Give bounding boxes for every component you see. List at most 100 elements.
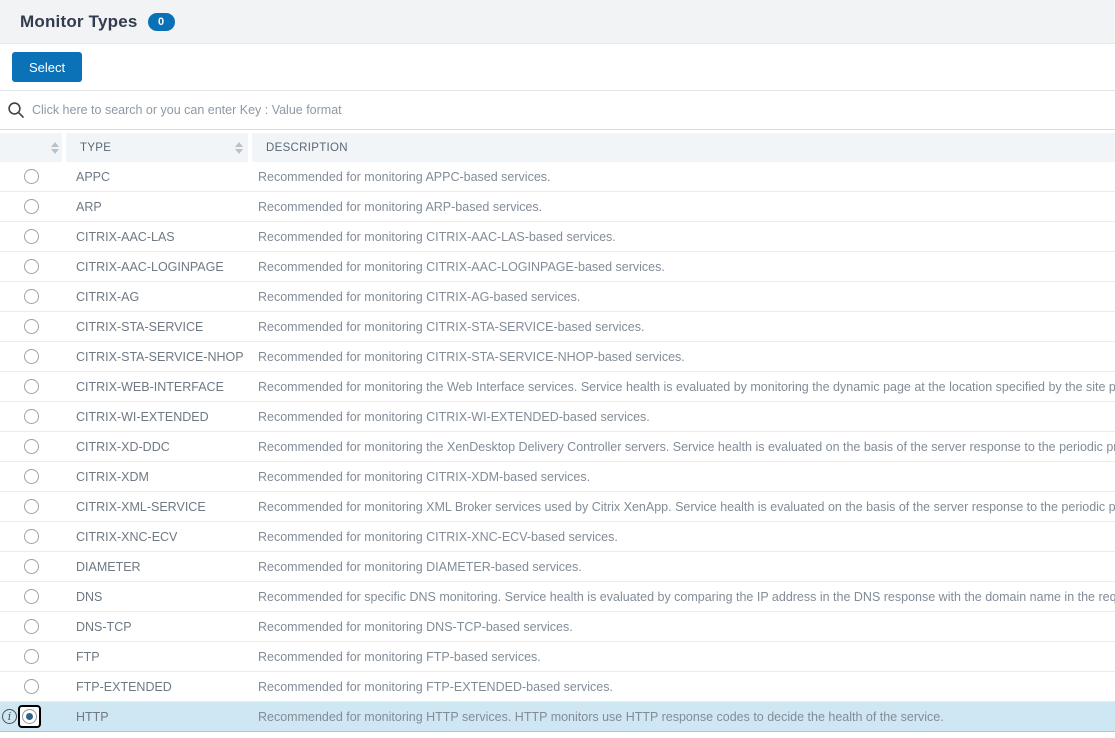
radio-cell: i bbox=[0, 222, 62, 251]
type-cell: DNS-TCP bbox=[62, 612, 244, 641]
monitor-type-radio[interactable] bbox=[24, 349, 39, 364]
sort-icon[interactable] bbox=[235, 142, 243, 154]
page-title: Monitor Types bbox=[20, 12, 138, 32]
monitor-type-radio[interactable] bbox=[22, 709, 37, 724]
monitor-type-description: Recommended for monitoring CITRIX-AAC-LA… bbox=[258, 230, 616, 244]
radio-focus-frame bbox=[20, 615, 43, 638]
monitor-type-radio[interactable] bbox=[24, 529, 39, 544]
table-row[interactable]: i CITRIX-AG Recommended for monitoring C… bbox=[0, 282, 1115, 312]
monitor-type-description: Recommended for monitoring CITRIX-STA-SE… bbox=[258, 350, 685, 364]
description-cell: Recommended for monitoring FTP-based ser… bbox=[244, 642, 1115, 671]
monitor-type-name: CITRIX-XNC-ECV bbox=[76, 530, 177, 544]
table-row[interactable]: i FTP-EXTENDED Recommended for monitorin… bbox=[0, 672, 1115, 702]
type-cell: CITRIX-XD-DDC bbox=[62, 432, 244, 461]
sort-icon[interactable] bbox=[51, 142, 59, 154]
monitor-type-description: Recommended for specific DNS monitoring.… bbox=[258, 590, 1115, 604]
radio-focus-frame bbox=[20, 255, 43, 278]
column-header-description-label: DESCRIPTION bbox=[266, 142, 348, 154]
radio-cell: i bbox=[0, 282, 62, 311]
radio-cell: i bbox=[0, 432, 62, 461]
radio-cell: i bbox=[0, 522, 62, 551]
table-row[interactable]: i CITRIX-STA-SERVICE-NHOP Recommended fo… bbox=[0, 342, 1115, 372]
table-header: TYPE DESCRIPTION bbox=[0, 133, 1115, 162]
monitor-type-name: CITRIX-XML-SERVICE bbox=[76, 500, 206, 514]
table-row[interactable]: i APPC Recommended for monitoring APPC-b… bbox=[0, 162, 1115, 192]
monitor-type-radio[interactable] bbox=[24, 169, 39, 184]
monitor-type-radio[interactable] bbox=[24, 619, 39, 634]
table-row[interactable]: i CITRIX-XD-DDC Recommended for monitori… bbox=[0, 432, 1115, 462]
search-input[interactable] bbox=[32, 103, 1107, 117]
table-row[interactable]: i CITRIX-AAC-LAS Recommended for monitor… bbox=[0, 222, 1115, 252]
type-cell: FTP-EXTENDED bbox=[62, 672, 244, 701]
description-cell: Recommended for monitoring CITRIX-STA-SE… bbox=[244, 312, 1115, 341]
radio-focus-frame bbox=[20, 405, 43, 428]
monitor-type-description: Recommended for monitoring CITRIX-STA-SE… bbox=[258, 320, 644, 334]
table-row[interactable]: i CITRIX-AAC-LOGINPAGE Recommended for m… bbox=[0, 252, 1115, 282]
monitor-type-radio[interactable] bbox=[24, 229, 39, 244]
search-bar bbox=[0, 91, 1115, 130]
monitor-type-name: ARP bbox=[76, 200, 102, 214]
monitor-type-name: CITRIX-AG bbox=[76, 290, 139, 304]
description-cell: Recommended for monitoring HTTP services… bbox=[244, 702, 1115, 731]
type-cell: APPC bbox=[62, 162, 244, 191]
radio-cell: i bbox=[0, 612, 62, 641]
table-row[interactable]: i HTTP Recommended for monitoring HTTP s… bbox=[0, 702, 1115, 732]
monitor-type-radio[interactable] bbox=[24, 679, 39, 694]
type-cell: CITRIX-AAC-LAS bbox=[62, 222, 244, 251]
radio-focus-frame bbox=[20, 555, 43, 578]
monitor-type-radio[interactable] bbox=[24, 319, 39, 334]
monitor-type-radio[interactable] bbox=[24, 259, 39, 274]
monitor-type-radio[interactable] bbox=[24, 649, 39, 664]
table-row[interactable]: i CITRIX-XML-SERVICE Recommended for mon… bbox=[0, 492, 1115, 522]
table-row[interactable]: i DIAMETER Recommended for monitoring DI… bbox=[0, 552, 1115, 582]
column-header-select[interactable] bbox=[0, 133, 62, 162]
monitor-type-name: FTP-EXTENDED bbox=[76, 680, 172, 694]
table-row[interactable]: i DNS Recommended for specific DNS monit… bbox=[0, 582, 1115, 612]
monitor-type-name: CITRIX-STA-SERVICE bbox=[76, 320, 203, 334]
table-row[interactable]: i CITRIX-STA-SERVICE Recommended for mon… bbox=[0, 312, 1115, 342]
monitor-type-name: CITRIX-AAC-LOGINPAGE bbox=[76, 260, 224, 274]
type-cell: CITRIX-STA-SERVICE-NHOP bbox=[62, 342, 244, 371]
monitor-type-radio[interactable] bbox=[24, 469, 39, 484]
monitor-type-description: Recommended for monitoring DNS-TCP-based… bbox=[258, 620, 573, 634]
description-cell: Recommended for monitoring ARP-based ser… bbox=[244, 192, 1115, 221]
table-row[interactable]: i CITRIX-WI-EXTENDED Recommended for mon… bbox=[0, 402, 1115, 432]
monitor-type-description: Recommended for monitoring ARP-based ser… bbox=[258, 200, 542, 214]
select-button[interactable]: Select bbox=[12, 52, 82, 82]
type-cell: CITRIX-AG bbox=[62, 282, 244, 311]
column-header-type[interactable]: TYPE bbox=[66, 133, 248, 162]
table-row[interactable]: i ARP Recommended for monitoring ARP-bas… bbox=[0, 192, 1115, 222]
radio-focus-frame bbox=[20, 225, 43, 248]
monitor-type-radio[interactable] bbox=[24, 379, 39, 394]
description-cell: Recommended for monitoring APPC-based se… bbox=[244, 162, 1115, 191]
radio-focus-frame bbox=[20, 465, 43, 488]
monitor-type-radio[interactable] bbox=[24, 589, 39, 604]
monitor-type-radio[interactable] bbox=[24, 559, 39, 574]
monitor-type-radio[interactable] bbox=[24, 199, 39, 214]
table-row[interactable]: i CITRIX-WEB-INTERFACE Recommended for m… bbox=[0, 372, 1115, 402]
radio-focus-frame bbox=[20, 675, 43, 698]
radio-cell: i bbox=[0, 312, 62, 341]
info-icon[interactable]: i bbox=[2, 709, 17, 724]
monitor-type-radio[interactable] bbox=[24, 289, 39, 304]
radio-cell: i bbox=[0, 342, 62, 371]
monitor-type-radio[interactable] bbox=[24, 439, 39, 454]
monitor-type-name: DIAMETER bbox=[76, 560, 141, 574]
monitor-type-radio[interactable] bbox=[24, 409, 39, 424]
table-row[interactable]: i CITRIX-XDM Recommended for monitoring … bbox=[0, 462, 1115, 492]
radio-cell: i bbox=[0, 252, 62, 281]
radio-focus-frame bbox=[20, 375, 43, 398]
monitor-type-description: Recommended for monitoring CITRIX-AG-bas… bbox=[258, 290, 580, 304]
table-row[interactable]: i FTP Recommended for monitoring FTP-bas… bbox=[0, 642, 1115, 672]
radio-cell: i bbox=[0, 462, 62, 491]
table-row[interactable]: i CITRIX-XNC-ECV Recommended for monitor… bbox=[0, 522, 1115, 552]
type-cell: FTP bbox=[62, 642, 244, 671]
description-cell: Recommended for specific DNS monitoring.… bbox=[244, 582, 1115, 611]
monitor-type-description: Recommended for monitoring the XenDeskto… bbox=[258, 440, 1115, 454]
monitor-type-name: APPC bbox=[76, 170, 110, 184]
table-row[interactable]: i DNS-TCP Recommended for monitoring DNS… bbox=[0, 612, 1115, 642]
monitor-type-description: Recommended for monitoring APPC-based se… bbox=[258, 170, 551, 184]
column-header-description: DESCRIPTION bbox=[252, 133, 1115, 162]
monitor-type-radio[interactable] bbox=[24, 499, 39, 514]
type-cell: CITRIX-XDM bbox=[62, 462, 244, 491]
